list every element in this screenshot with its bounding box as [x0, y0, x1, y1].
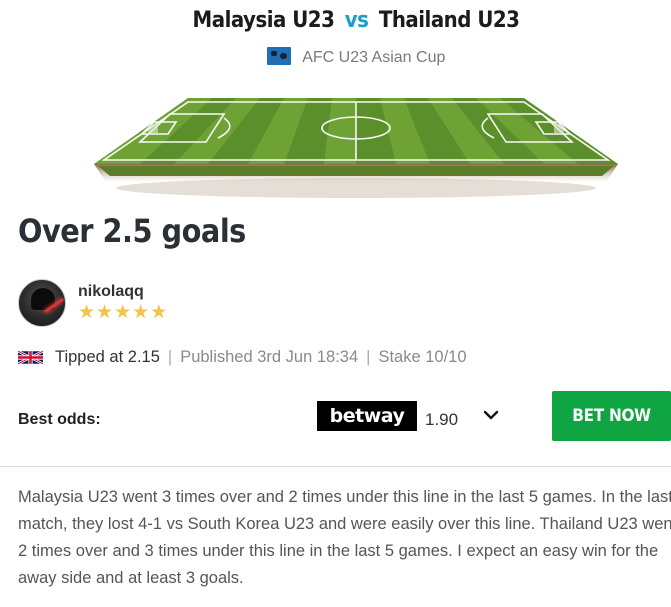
football-pitch-image — [94, 98, 618, 198]
competition[interactable]: AFC U23 Asian Cup — [0, 47, 671, 67]
bet-now-button[interactable]: BET NOW — [552, 391, 671, 441]
tip-title: Over 2.5 goals — [18, 212, 246, 250]
bookmaker-logo[interactable]: betway — [317, 401, 417, 431]
away-team: Thailand U23 — [378, 8, 520, 33]
tip-analysis: Malaysia U23 went 3 times over and 2 tim… — [18, 488, 671, 587]
star-icon: ★ — [78, 301, 96, 323]
vs-label: vs — [344, 8, 369, 33]
match-title: Malaysia U23 vs Thailand U23 — [0, 8, 671, 33]
home-team: Malaysia U23 — [192, 8, 335, 33]
best-odds-label: Best odds: — [18, 411, 101, 428]
star-icon: ★ — [132, 301, 150, 323]
odds-value: 1.90 — [425, 410, 459, 429]
tipster-avatar[interactable] — [18, 279, 66, 327]
uk-flag-icon — [18, 350, 43, 365]
asia-map-flag-icon — [266, 47, 291, 65]
divider — [0, 466, 671, 467]
stake: Stake 10/10 — [378, 348, 467, 366]
published-date: Published 3rd Jun 18:34 — [180, 348, 359, 366]
tipster-rating: ★ ★ ★ ★ ★ — [78, 302, 167, 322]
star-icon: ★ — [150, 301, 168, 323]
chevron-down-icon[interactable] — [483, 408, 499, 422]
star-icon: ★ — [96, 301, 114, 323]
tipped-odds: Tipped at 2.15 — [55, 348, 160, 366]
star-icon: ★ — [114, 301, 132, 323]
tip-meta: Tipped at 2.15 | Published 3rd Jun 18:34… — [18, 348, 467, 367]
separator: | — [366, 348, 371, 366]
separator: | — [167, 348, 173, 366]
competition-name: AFC U23 Asian Cup — [302, 49, 446, 66]
tipster-username[interactable]: nikolaqq — [78, 283, 144, 301]
